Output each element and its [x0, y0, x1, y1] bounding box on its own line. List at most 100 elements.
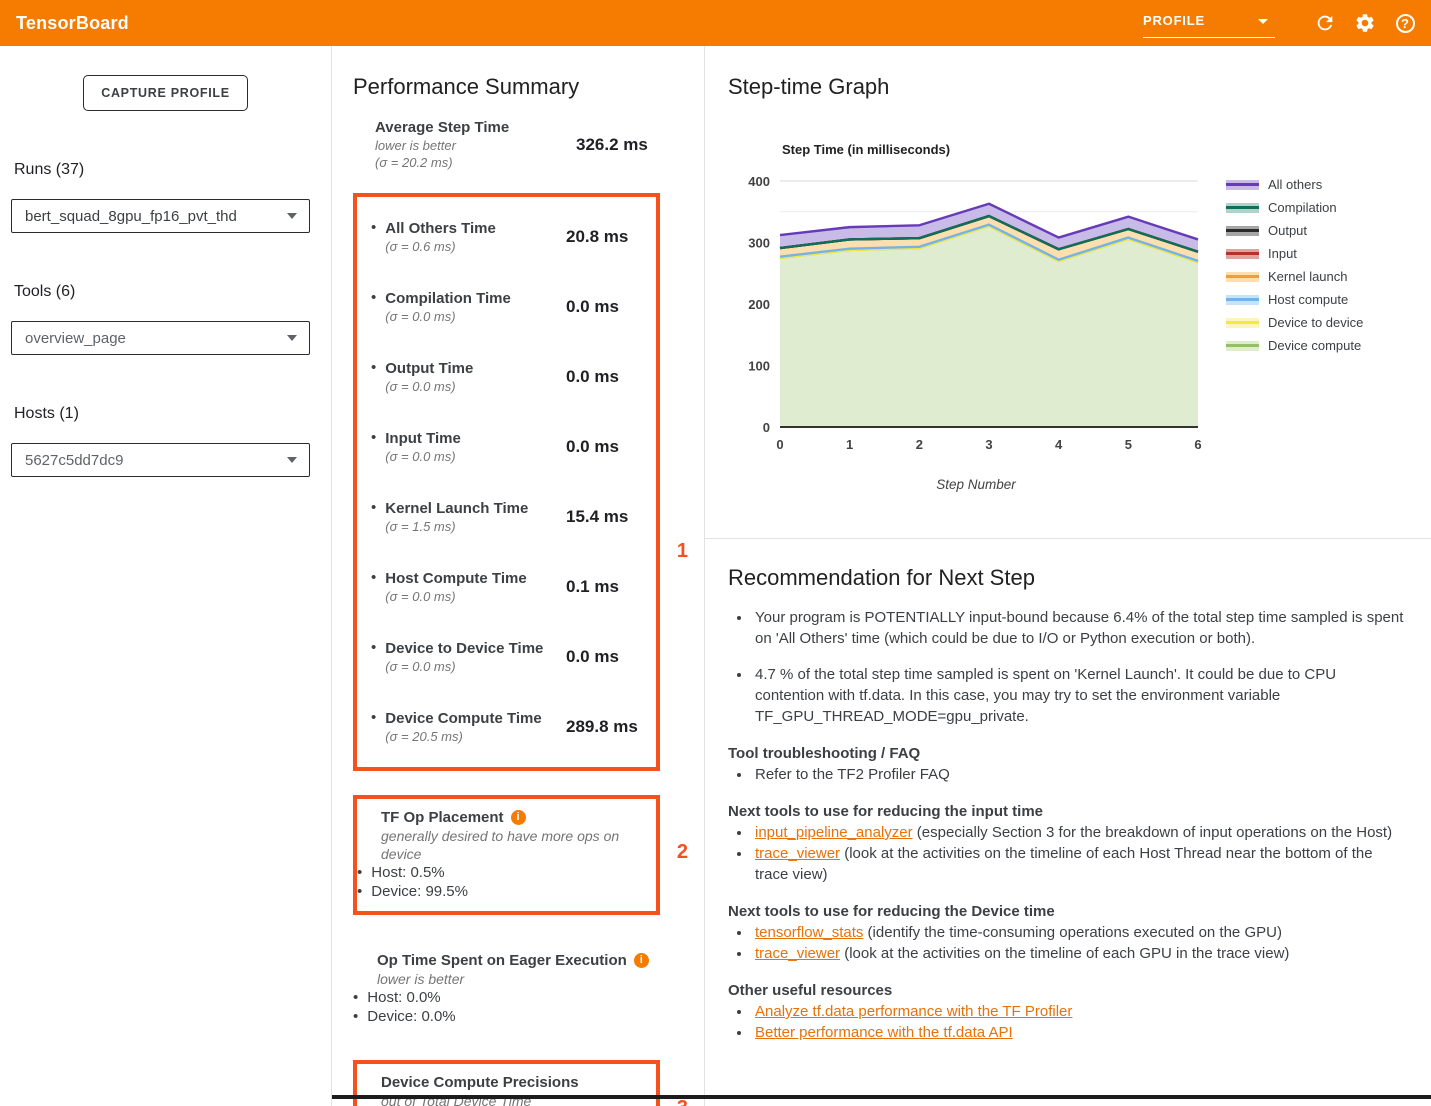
- help-icon[interactable]: ?: [1393, 11, 1417, 35]
- settings-gear-icon[interactable]: [1353, 11, 1377, 35]
- list-item: tensorflow_stats (identify the time-cons…: [752, 922, 1407, 943]
- metric-value: 0.0 ms: [566, 297, 650, 317]
- list-item: input_pipeline_analyzer (especially Sect…: [752, 822, 1407, 843]
- tfdata-profiler-guide-link[interactable]: Analyze tf.data performance with the TF …: [755, 1003, 1072, 1020]
- list-item: Device: 99.5%: [357, 882, 646, 901]
- input-pipeline-analyzer-link[interactable]: input_pipeline_analyzer: [755, 824, 913, 841]
- annotation-number-1: 1: [677, 540, 688, 563]
- trace-viewer-link[interactable]: trace_viewer: [755, 845, 840, 862]
- svg-text:400: 400: [748, 174, 770, 189]
- legend-item-compilation: Compilation: [1226, 200, 1363, 215]
- eager-execution-note: lower is better: [377, 970, 660, 988]
- legend-item-device-compute: Device compute: [1226, 338, 1363, 353]
- list-item-text: (look at the activities on the timeline …: [755, 845, 1373, 883]
- metric-label: Device Compute Time: [385, 709, 566, 728]
- metric-value: 15.4 ms: [566, 507, 650, 527]
- metric-sigma: (σ = 0.6 ms): [385, 238, 566, 255]
- metric-value: 289.8 ms: [566, 717, 650, 737]
- runs-select[interactable]: bert_squad_8gpu_fp16_pvt_thd: [11, 199, 310, 233]
- hosts-selector-group: Hosts (1) 5627c5dd7dc9: [0, 405, 331, 477]
- legend-label: Input: [1268, 246, 1297, 261]
- other-resources-section: Other useful resources Analyze tf.data p…: [728, 981, 1407, 1043]
- metric-value: 326.2 ms: [576, 135, 660, 155]
- legend-item-kernel-launch: Kernel launch: [1226, 269, 1363, 284]
- rec-subheading: Next tools to use for reducing the Devic…: [728, 902, 1407, 922]
- app-header: TensorBoard PROFILE ?: [0, 0, 1431, 46]
- list-item: trace_viewer (look at the activities on …: [752, 943, 1407, 964]
- svg-text:2: 2: [916, 437, 923, 452]
- tools-label: Tools (6): [14, 283, 331, 301]
- device-time-tools-section: Next tools to use for reducing the Devic…: [728, 902, 1407, 964]
- recommendation-bullet: 4.7 % of the total step time sampled is …: [752, 664, 1407, 727]
- legend-label: Device compute: [1268, 338, 1361, 353]
- legend-item-output: Output: [1226, 223, 1363, 238]
- annotation-box-1-wrap: All Others Time (σ = 0.6 ms) 20.8 ms Com…: [353, 193, 660, 771]
- recommendation-section: Recommendation for Next Step Your progra…: [705, 538, 1431, 1043]
- metric-value: 0.0 ms: [566, 647, 650, 667]
- chart-legend: All others Compilation Output Input Kernel l…: [1226, 167, 1363, 467]
- hosts-select-value: 5627c5dd7dc9: [25, 452, 123, 469]
- metric-sigma: (σ = 0.0 ms): [385, 378, 566, 395]
- legend-label: Device to device: [1268, 315, 1363, 330]
- svg-text:6: 6: [1194, 437, 1201, 452]
- hosts-select[interactable]: 5627c5dd7dc9: [11, 443, 310, 477]
- svg-text:1: 1: [846, 437, 853, 452]
- metric-label: Device to Device Time: [385, 639, 566, 658]
- runs-select-value: bert_squad_8gpu_fp16_pvt_thd: [25, 208, 237, 225]
- legend-swatch: [1226, 295, 1259, 305]
- step-time-graph-section: Step-time Graph Step Time (in millisecon…: [705, 46, 1431, 538]
- runs-selector-group: Runs (37) bert_squad_8gpu_fp16_pvt_thd: [0, 161, 331, 233]
- svg-text:0: 0: [763, 420, 770, 435]
- list-item-text: (especially Section 3 for the breakdown …: [913, 824, 1392, 841]
- breakdown-row: Output Time (σ = 0.0 ms) 0.0 ms: [371, 359, 650, 395]
- metric-sigma: (σ = 0.0 ms): [385, 588, 566, 605]
- eager-execution-section: Op Time Spent on Eager Execution lower i…: [353, 951, 660, 1026]
- info-icon[interactable]: [634, 953, 649, 968]
- tools-selector-group: Tools (6) overview_page: [0, 283, 331, 355]
- dashboard-select[interactable]: PROFILE: [1143, 9, 1275, 38]
- legend-swatch: [1226, 180, 1259, 190]
- legend-item-device-to-device: Device to device: [1226, 315, 1363, 330]
- list-item: Host: 0.5%: [357, 863, 646, 882]
- annotation-box-3-wrap: Device Compute Precisions out of Total D…: [353, 1060, 660, 1106]
- sidebar: CAPTURE PROFILE Runs (37) bert_squad_8gp…: [0, 46, 332, 1106]
- tools-select-value: overview_page: [25, 330, 126, 347]
- metric-note: lower is better: [375, 137, 576, 154]
- legend-item-host-compute: Host compute: [1226, 292, 1363, 307]
- info-icon[interactable]: [511, 810, 526, 825]
- dashboard-select-value: PROFILE: [1143, 13, 1205, 28]
- metric-label: All Others Time: [385, 219, 566, 238]
- breakdown-row: All Others Time (σ = 0.6 ms) 20.8 ms: [371, 219, 650, 255]
- trace-viewer-link[interactable]: trace_viewer: [755, 945, 840, 962]
- list-item-text: (identify the time-consuming operations …: [863, 924, 1282, 941]
- rec-subheading: Other useful resources: [728, 981, 1407, 1001]
- step-time-chart-plot[interactable]: 01002003004000123456: [736, 167, 1216, 467]
- metric-value: 0.0 ms: [566, 437, 650, 457]
- tfdata-api-guide-link[interactable]: Better performance with the tf.data API: [755, 1024, 1013, 1041]
- tf-op-placement-title: TF Op Placement: [381, 808, 504, 827]
- refresh-icon[interactable]: [1313, 11, 1337, 35]
- chart-x-axis-label: Step Number: [736, 477, 1216, 492]
- breakdown-row: Input Time (σ = 0.0 ms) 0.0 ms: [371, 429, 650, 465]
- tools-select[interactable]: overview_page: [11, 321, 310, 355]
- legend-label: Compilation: [1268, 200, 1337, 215]
- chevron-down-icon: [287, 335, 297, 341]
- capture-profile-button[interactable]: CAPTURE PROFILE: [83, 75, 248, 111]
- metric-label: Compilation Time: [385, 289, 566, 308]
- legend-swatch: [1226, 341, 1259, 351]
- legend-label: All others: [1268, 177, 1322, 192]
- step-time-breakdown-box: All Others Time (σ = 0.6 ms) 20.8 ms Com…: [353, 193, 660, 771]
- metric-value: 0.1 ms: [566, 577, 650, 597]
- metric-label: Output Time: [385, 359, 566, 378]
- tensorflow-stats-link[interactable]: tensorflow_stats: [755, 924, 863, 941]
- svg-text:100: 100: [748, 359, 770, 374]
- eager-execution-title: Op Time Spent on Eager Execution: [377, 951, 627, 970]
- legend-label: Output: [1268, 223, 1307, 238]
- tf-op-placement-note: generally desired to have more ops on de…: [381, 827, 646, 863]
- performance-summary-title: Performance Summary: [353, 74, 704, 100]
- metric-label: Kernel Launch Time: [385, 499, 566, 518]
- list-item: Analyze tf.data performance with the TF …: [752, 1001, 1407, 1022]
- list-item: Host: 0.0%: [353, 988, 660, 1007]
- metric-sigma: (σ = 0.0 ms): [385, 658, 566, 675]
- breakdown-row: Device to Device Time (σ = 0.0 ms) 0.0 m…: [371, 639, 650, 675]
